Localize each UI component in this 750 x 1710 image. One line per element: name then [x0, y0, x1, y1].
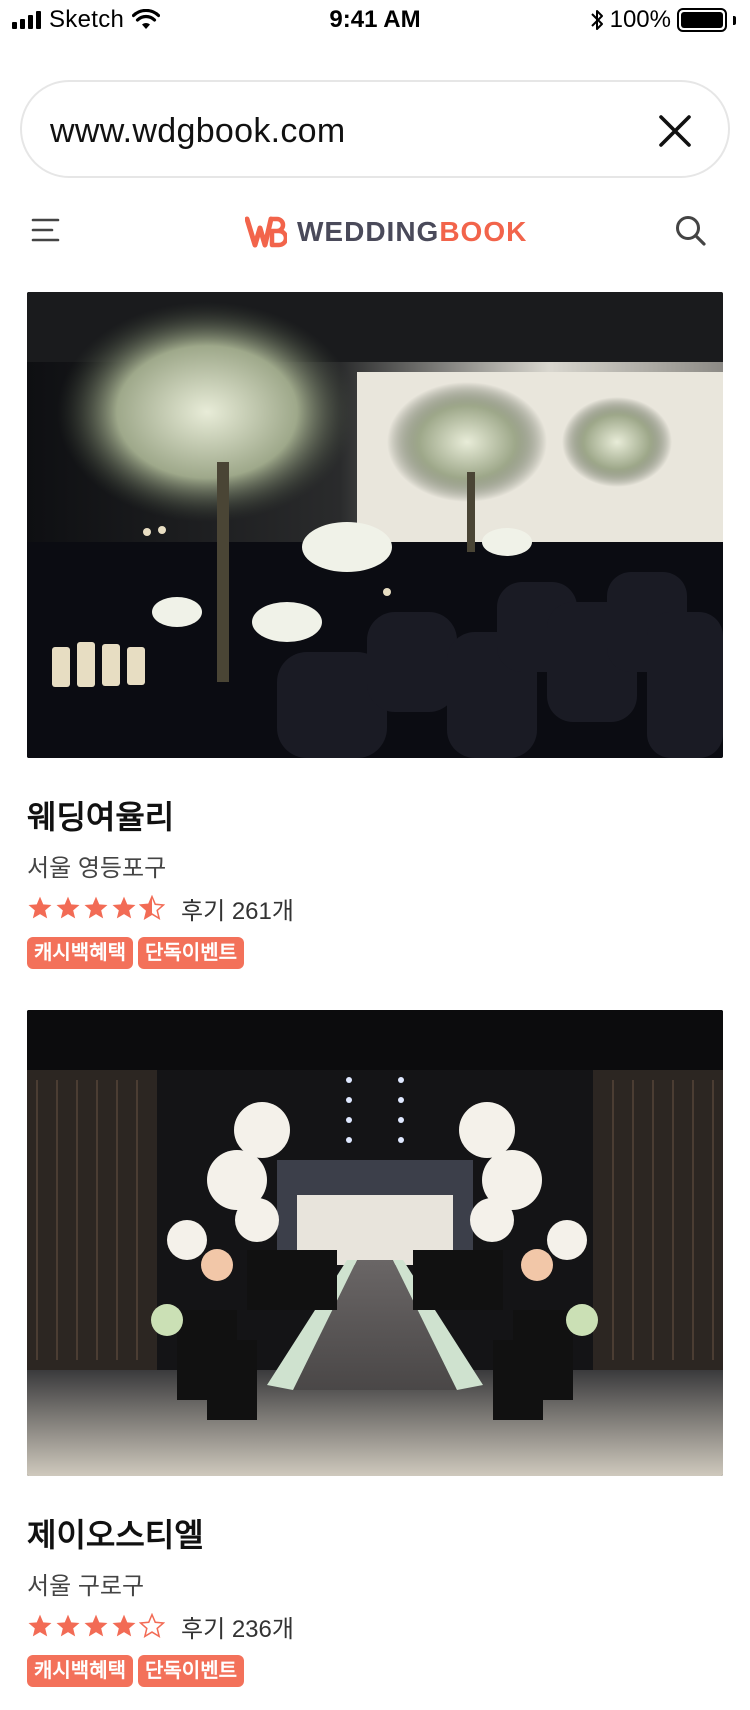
star-full-icon [56, 1614, 80, 1637]
star-rating [27, 1613, 165, 1639]
app-header: WEDDINGBOOK [0, 200, 750, 264]
review-count[interactable]: 후기 236개 [181, 1609, 294, 1644]
weddingbook-logo-icon [245, 216, 287, 248]
rating-row: 후기 261개 [27, 891, 723, 926]
status-right: 100% [590, 6, 736, 34]
venue-location: 서울 영등포구 [27, 855, 167, 882]
star-full-icon [28, 1614, 52, 1637]
venue-card[interactable]: 웨딩여율리 서울 영등포구 후기 261개 캐시백혜택 단독이벤트 [27, 292, 723, 969]
logo-text-book: BOOK [439, 216, 528, 247]
venue-name[interactable]: 제이오스티엘 [27, 1510, 723, 1556]
star-rating [27, 895, 165, 921]
review-count[interactable]: 후기 261개 [181, 891, 294, 926]
star-full-icon [112, 1614, 136, 1637]
tag-cashback: 캐시백혜택 [27, 937, 133, 969]
rating-row: 후기 236개 [27, 1609, 723, 1644]
venue-photo[interactable] [27, 1010, 723, 1476]
hamburger-menu-icon[interactable] [30, 214, 62, 246]
battery-cap [733, 15, 736, 25]
bluetooth-icon [590, 10, 603, 30]
star-full-icon [112, 896, 136, 919]
tag-exclusive-event: 단독이벤트 [138, 937, 244, 969]
close-icon[interactable] [656, 112, 694, 150]
venue-location: 서울 구로구 [27, 1573, 145, 1600]
search-icon[interactable] [674, 214, 708, 248]
status-bar: Sketch 9:41 AM 100% [0, 0, 750, 40]
star-full-icon [84, 1614, 108, 1637]
tag-cashback: 캐시백혜택 [27, 1655, 133, 1687]
star-empty-icon [139, 1613, 165, 1638]
venue-name[interactable]: 웨딩여율리 [27, 792, 723, 838]
tag-list: 캐시백혜택 단독이벤트 [27, 1655, 723, 1687]
venue-card[interactable]: 제이오스티엘 서울 구로구 후기 236개 캐시백혜택 단독이벤트 [27, 1010, 723, 1687]
address-bar[interactable]: www.wdgbook.com [20, 80, 730, 178]
tag-exclusive-event: 단독이벤트 [138, 1655, 244, 1687]
venue-photo[interactable] [27, 292, 723, 758]
url-text[interactable]: www.wdgbook.com [50, 112, 346, 151]
star-full-icon [84, 896, 108, 919]
logo[interactable]: WEDDINGBOOK [245, 212, 527, 252]
star-half-icon [139, 895, 165, 920]
star-full-icon [28, 896, 52, 919]
battery-percent: 100% [609, 6, 671, 33]
tag-list: 캐시백혜택 단독이벤트 [27, 937, 723, 969]
logo-text-wedding: WEDDING [297, 216, 440, 247]
star-full-icon [56, 896, 80, 919]
battery-icon [677, 8, 727, 32]
